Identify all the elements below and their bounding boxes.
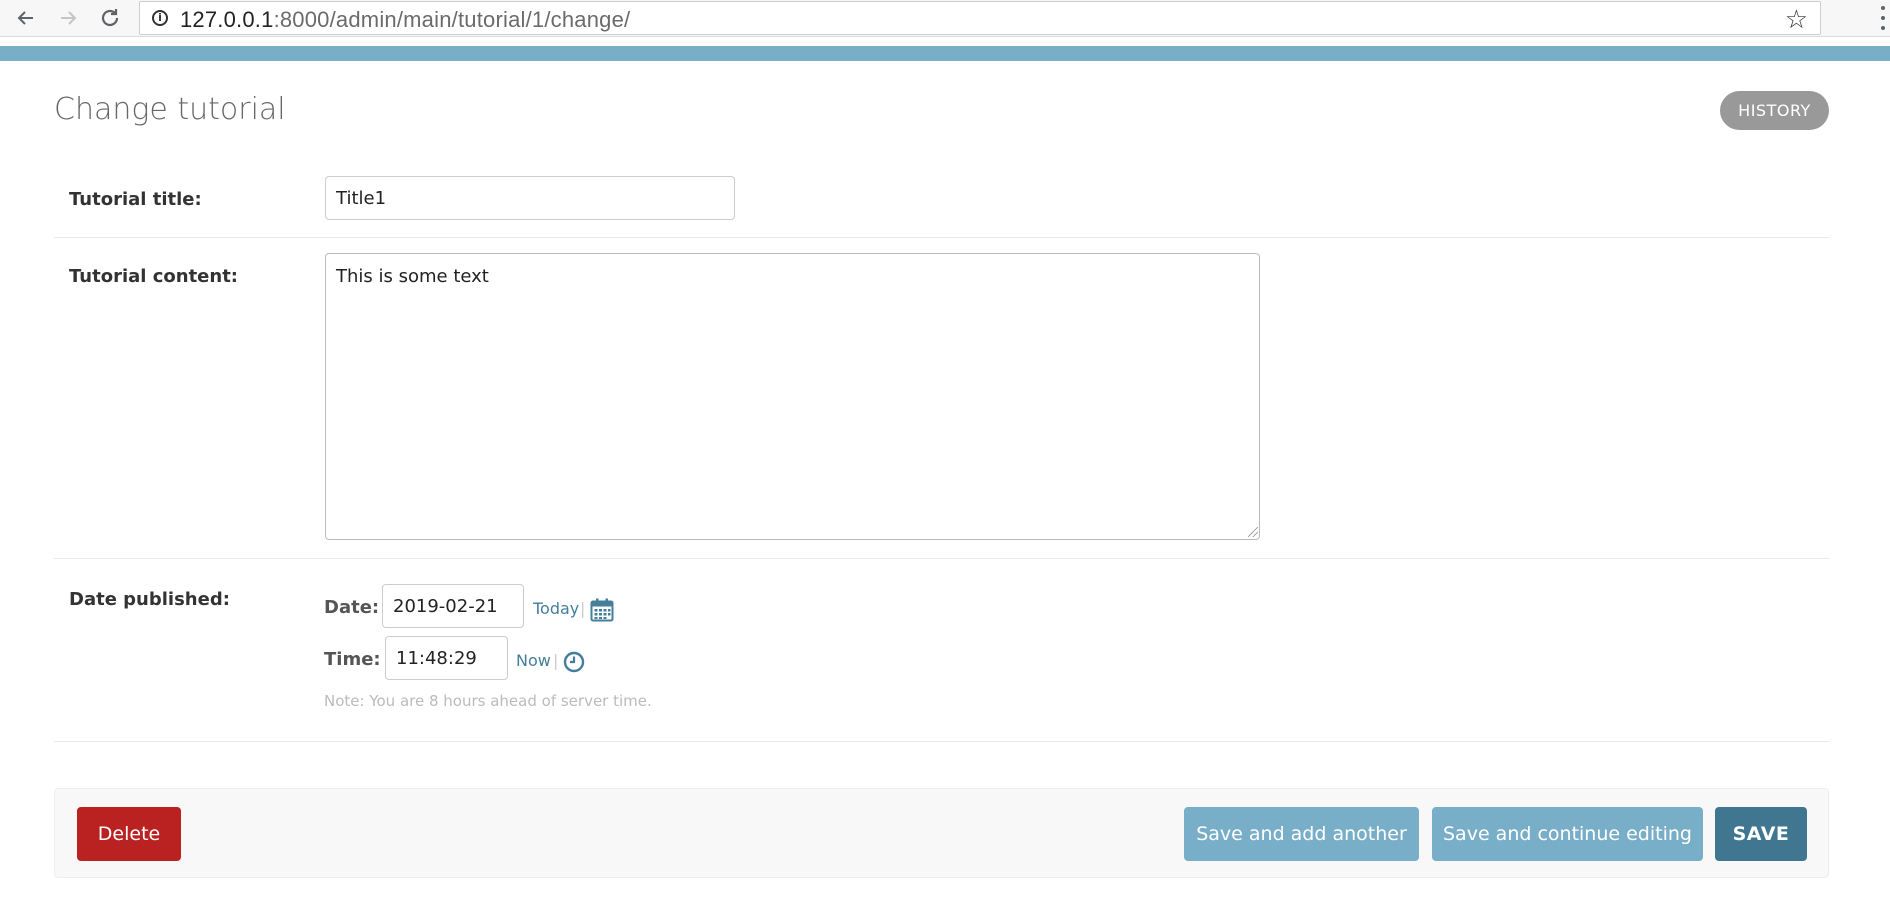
tutorial-content-label: Tutorial content:	[69, 266, 238, 287]
save-and-continue-button[interactable]: Save and continue editing	[1432, 807, 1703, 861]
date-label: Date:	[324, 597, 380, 618]
calendar-icon[interactable]	[590, 598, 614, 622]
address-bar[interactable]: i 127.0.0.1:8000/admin/main/tutorial/1/c…	[139, 1, 1821, 35]
forward-button[interactable]	[54, 4, 82, 32]
row-divider	[54, 741, 1829, 742]
admin-header-bar	[0, 46, 1890, 61]
kebab-menu-icon[interactable]	[1880, 6, 1886, 30]
tutorial-title-input[interactable]	[325, 176, 735, 220]
reload-icon	[101, 9, 119, 27]
arrow-right-icon	[61, 11, 77, 25]
url-path: :8000/admin/main/tutorial/1/change/	[273, 7, 631, 32]
separator: |	[580, 599, 586, 618]
date-published-label: Date published:	[69, 589, 230, 610]
arrow-left-icon	[17, 11, 33, 25]
star-icon[interactable]: ☆	[1785, 4, 1808, 34]
resize-handle-icon[interactable]	[1248, 527, 1258, 537]
save-and-add-another-button[interactable]: Save and add another	[1184, 807, 1419, 861]
back-button[interactable]	[12, 4, 40, 32]
url-host: 127.0.0.1	[180, 7, 274, 32]
tutorial-title-label: Tutorial title:	[69, 189, 202, 210]
now-link[interactable]: Now	[516, 651, 551, 670]
date-input[interactable]	[382, 584, 524, 628]
row-divider	[54, 237, 1829, 238]
url-text: 127.0.0.1:8000/admin/main/tutorial/1/cha…	[180, 7, 630, 33]
today-link[interactable]: Today	[533, 599, 579, 618]
reload-button[interactable]	[96, 4, 124, 32]
time-input[interactable]	[385, 636, 508, 680]
page-title: Change tutorial	[54, 92, 286, 127]
separator: |	[553, 651, 559, 670]
clock-icon[interactable]	[563, 651, 585, 673]
save-button[interactable]: SAVE	[1715, 807, 1807, 861]
history-button[interactable]: HISTORY	[1720, 91, 1829, 130]
time-label: Time:	[324, 649, 381, 670]
info-icon[interactable]: i	[152, 10, 168, 26]
timezone-note: Note: You are 8 hours ahead of server ti…	[324, 692, 652, 710]
tutorial-content-textarea[interactable]: This is some text	[325, 253, 1260, 540]
browser-toolbar: i 127.0.0.1:8000/admin/main/tutorial/1/c…	[0, 0, 1890, 37]
delete-button[interactable]: Delete	[77, 807, 181, 861]
row-divider	[54, 558, 1829, 559]
